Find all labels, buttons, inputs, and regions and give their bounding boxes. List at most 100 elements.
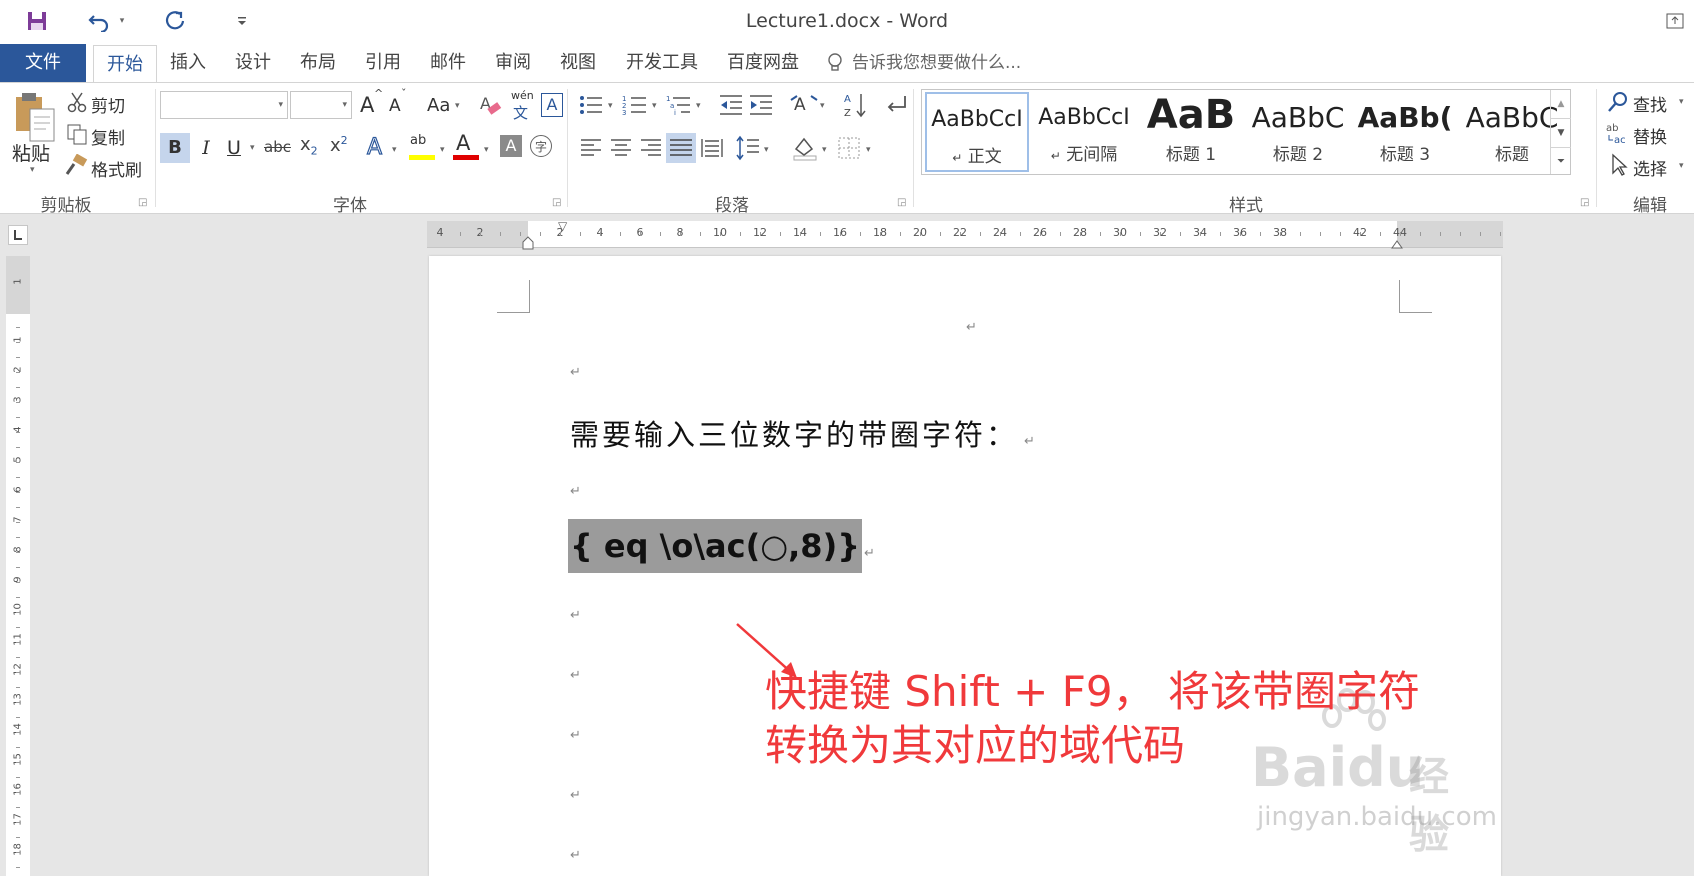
- borders-icon[interactable]: [838, 137, 860, 159]
- shading-icon[interactable]: [792, 135, 818, 161]
- change-case-button[interactable]: Aa: [427, 95, 450, 116]
- select-dropdown-icon[interactable]: ▾: [1679, 161, 1684, 171]
- tab-design[interactable]: 设计: [228, 44, 278, 82]
- clipboard-launcher-icon[interactable]: ◲: [138, 197, 147, 208]
- replace-label[interactable]: 替换: [1633, 123, 1667, 148]
- font-color-button[interactable]: A: [456, 131, 470, 155]
- document-page[interactable]: ↵ ↵ 需要输入三位数字的带圈字符： ↵ ↵ { eq \o\ac(○,8)} ↵ …: [429, 256, 1501, 876]
- chinese-layout-dropdown-icon[interactable]: ▾: [820, 101, 825, 111]
- tab-review[interactable]: 审阅: [488, 44, 538, 82]
- tab-mailings[interactable]: 邮件: [423, 44, 473, 82]
- find-icon[interactable]: [1607, 91, 1629, 113]
- field-code-paragraph[interactable]: { eq \o\ac(○,8)} ↵: [568, 519, 875, 573]
- style-heading-3[interactable]: AaBb( 标题 3: [1353, 92, 1457, 172]
- first-line-indent-marker-icon[interactable]: ▽: [558, 219, 567, 233]
- shrink-font-button[interactable]: A: [389, 96, 401, 116]
- font-name-combobox[interactable]: ▾: [160, 91, 288, 119]
- italic-button[interactable]: I: [196, 133, 216, 163]
- left-indent-marker-icon[interactable]: [522, 235, 534, 250]
- line-spacing-dropdown-icon[interactable]: ▾: [764, 145, 769, 155]
- align-left-icon[interactable]: [580, 137, 602, 159]
- multilevel-list-dropdown-icon[interactable]: ▾: [696, 101, 701, 111]
- copy-icon[interactable]: [66, 123, 88, 145]
- tab-insert[interactable]: 插入: [163, 44, 213, 82]
- phonetic-guide-button[interactable]: 文: [513, 102, 528, 123]
- style-heading-1[interactable]: AaB 标题 1: [1139, 92, 1243, 172]
- clear-formatting-icon[interactable]: A: [480, 93, 502, 117]
- align-right-icon[interactable]: [640, 137, 662, 159]
- show-hide-marks-icon[interactable]: [883, 93, 909, 117]
- subscript-button[interactable]: x2: [300, 134, 318, 158]
- bullets-icon[interactable]: [578, 93, 606, 117]
- tab-layout[interactable]: 布局: [293, 44, 343, 82]
- font-size-combobox[interactable]: ▾: [290, 91, 352, 119]
- underline-button[interactable]: U: [224, 133, 244, 163]
- gallery-up-icon[interactable]: ▲: [1551, 90, 1571, 118]
- character-border-button[interactable]: A: [541, 93, 563, 117]
- paste-dropdown-icon[interactable]: ▾: [30, 165, 35, 175]
- borders-dropdown-icon[interactable]: ▾: [866, 145, 871, 155]
- style-no-spacing[interactable]: AaBbCcI ↵ 无间隔: [1032, 92, 1136, 172]
- vertical-ruler[interactable]: 1 1 2 3 4 5 6 7 8 9 10 11 12 13 14 15 16 17 18: [6, 256, 30, 876]
- find-dropdown-icon[interactable]: ▾: [1679, 97, 1684, 107]
- tab-home[interactable]: 开始: [93, 45, 157, 83]
- strikethrough-button[interactable]: abc: [264, 138, 291, 156]
- highlight-dropdown-icon[interactable]: ▾: [440, 145, 445, 155]
- tab-file[interactable]: 文件: [0, 44, 86, 82]
- find-label[interactable]: 查找: [1633, 91, 1667, 116]
- replace-icon[interactable]: ab ac: [1606, 121, 1630, 146]
- align-center-icon[interactable]: [610, 137, 632, 159]
- horizontal-ruler[interactable]: 4224681012141618202224262830323436384244…: [427, 219, 1503, 250]
- style-title[interactable]: AaBbC 标题: [1460, 92, 1564, 172]
- superscript-button[interactable]: x2: [330, 134, 348, 156]
- text-effects-dropdown-icon[interactable]: ▾: [392, 145, 397, 155]
- text-effects-button[interactable]: A: [366, 134, 382, 160]
- highlight-button[interactable]: ab: [410, 133, 426, 148]
- select-icon[interactable]: [1610, 153, 1630, 177]
- tab-selector[interactable]: [8, 225, 28, 245]
- paste-label[interactable]: 粘贴: [12, 139, 50, 166]
- phonetic-guide-top[interactable]: wén: [511, 89, 534, 102]
- styles-launcher-icon[interactable]: ◲: [1580, 197, 1589, 208]
- paragraph-launcher-icon[interactable]: ◲: [897, 197, 906, 208]
- format-painter-icon[interactable]: [64, 153, 88, 176]
- style-normal[interactable]: AaBbCcI ↵ 正文: [925, 92, 1029, 172]
- increase-indent-icon[interactable]: [748, 93, 774, 117]
- multilevel-list-icon[interactable]: 1ai: [666, 93, 694, 117]
- numbering-dropdown-icon[interactable]: ▾: [652, 101, 657, 111]
- enclose-characters-button[interactable]: 字: [530, 135, 552, 157]
- right-indent-marker-icon[interactable]: [1391, 235, 1403, 249]
- underline-dropdown-icon[interactable]: ▾: [250, 143, 255, 153]
- cut-label[interactable]: 剪切: [91, 92, 125, 117]
- line-spacing-icon[interactable]: [736, 135, 760, 161]
- gallery-more-icon[interactable]: ⏷: [1551, 147, 1571, 175]
- font-launcher-icon[interactable]: ◲: [552, 197, 561, 208]
- cut-icon[interactable]: [66, 91, 88, 113]
- character-shading-button[interactable]: A: [500, 135, 522, 157]
- tab-baidu-netdisk[interactable]: 百度网盘: [722, 44, 804, 82]
- decrease-indent-icon[interactable]: [718, 93, 744, 117]
- tab-view[interactable]: 视图: [553, 44, 603, 82]
- bold-button[interactable]: B: [160, 133, 190, 163]
- select-label[interactable]: 选择: [1633, 155, 1667, 180]
- gallery-down-icon[interactable]: ▼: [1551, 118, 1571, 147]
- chinese-layout-icon[interactable]: A: [790, 92, 818, 116]
- distributed-icon[interactable]: [700, 137, 724, 159]
- bullets-dropdown-icon[interactable]: ▾: [608, 101, 613, 111]
- tab-developer[interactable]: 开发工具: [620, 44, 704, 82]
- body-paragraph[interactable]: 需要输入三位数字的带圈字符： ↵: [570, 412, 1035, 454]
- field-code[interactable]: { eq \o\ac(○,8)}: [568, 519, 862, 573]
- format-painter-label[interactable]: 格式刷: [91, 156, 142, 181]
- style-heading-2[interactable]: AaBbC 标题 2: [1246, 92, 1350, 172]
- grow-font-button[interactable]: A: [360, 93, 374, 117]
- paste-icon[interactable]: [10, 91, 60, 142]
- justify-icon[interactable]: [666, 133, 696, 163]
- tab-references[interactable]: 引用: [358, 44, 408, 82]
- change-case-dropdown-icon[interactable]: ▾: [455, 101, 460, 111]
- shading-dropdown-icon[interactable]: ▾: [822, 145, 827, 155]
- copy-label[interactable]: 复制: [91, 124, 125, 149]
- numbering-icon[interactable]: 123: [622, 93, 650, 117]
- font-color-dropdown-icon[interactable]: ▾: [484, 145, 489, 155]
- tell-me-search[interactable]: 告诉我您想要做什么...: [852, 44, 1032, 82]
- ribbon-display-options-icon[interactable]: [1664, 6, 1686, 36]
